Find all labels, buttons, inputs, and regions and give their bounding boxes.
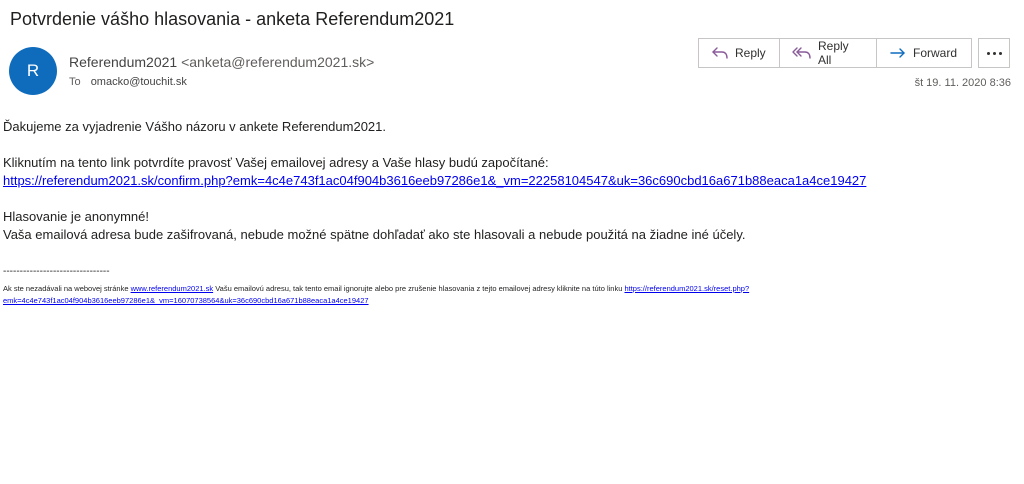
sender-line: Referendum2021 <anketa@referendum2021.sk…: [69, 54, 374, 70]
reset-link[interactable]: https://referendum2021.sk/reset.php?: [624, 284, 749, 293]
forward-label: Forward: [913, 46, 958, 60]
sender-avatar[interactable]: R: [9, 47, 57, 95]
received-date: št 19. 11. 2020 8:36: [914, 77, 1011, 89]
body-anonymous: Hlasovanie je anonymné!: [3, 209, 149, 224]
forward-icon: [889, 46, 907, 60]
email-subject: Potvrdenie vášho hlasovania - anketa Ref…: [10, 9, 455, 29]
reply-all-label: Reply All: [818, 39, 849, 67]
footer-divider: --------------------------------: [3, 266, 110, 277]
recipients-line: To omacko@touchit.sk: [69, 76, 187, 88]
more-actions-button[interactable]: [978, 38, 1010, 68]
email-footer: -------------------------------- Ak ste …: [3, 265, 1013, 307]
body-thanks: Ďakujeme za vyjadrenie Vášho názoru v an…: [3, 119, 387, 134]
message-actions: Reply Reply All Forward: [698, 38, 972, 68]
reply-all-button[interactable]: Reply All: [780, 39, 877, 67]
email-body: Ďakujeme za vyjadrenie Vášho názoru v an…: [3, 118, 1013, 244]
footer-text-after: Vašu emailovú adresu, tak tento email ig…: [213, 284, 625, 293]
reset-link-continued[interactable]: emk=4c4e743f1ac04f904b3616eeb97286e1&_vm…: [3, 296, 369, 305]
body-confirm-instruction: Kliknutím na tento link potvrdíte pravos…: [3, 155, 549, 170]
email-reading-pane: Potvrdenie vášho hlasovania - anketa Ref…: [0, 0, 1024, 484]
reply-all-icon: [792, 46, 812, 60]
reply-icon: [711, 46, 729, 60]
confirm-link[interactable]: https://referendum2021.sk/confirm.php?em…: [3, 173, 866, 188]
sender-name[interactable]: Referendum2021: [69, 54, 177, 70]
reply-button[interactable]: Reply: [699, 39, 780, 67]
reply-label: Reply: [735, 46, 766, 60]
body-privacy: Vaša emailová adresa bude zašifrovaná, n…: [3, 227, 746, 242]
to-label: To: [69, 76, 81, 88]
to-recipient[interactable]: omacko@touchit.sk: [91, 76, 187, 88]
footer-notice: Ak ste nezadávali na webovej stránke www…: [3, 283, 1013, 307]
footer-text-before: Ak ste nezadávali na webovej stránke: [3, 284, 131, 293]
site-link[interactable]: www.referendum2021.sk: [131, 284, 214, 293]
forward-button[interactable]: Forward: [877, 39, 971, 67]
sender-email[interactable]: <anketa@referendum2021.sk>: [181, 54, 374, 70]
more-icon: [986, 51, 990, 55]
